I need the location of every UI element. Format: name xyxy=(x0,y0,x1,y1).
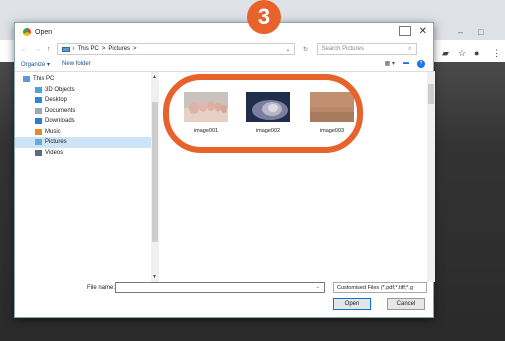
file-name-label: File name: xyxy=(87,285,116,291)
preview-pane-icon[interactable]: ▬ xyxy=(403,60,409,68)
dialog-titlebar: Open ✕ xyxy=(15,23,433,41)
search-icon: ⌕ xyxy=(408,45,412,52)
sidebar-item-desktop[interactable]: Desktop xyxy=(15,95,159,106)
breadcrumb-pictures[interactable]: Pictures xyxy=(108,46,130,52)
sidebar-item-3d-objects[interactable]: 3D Objects xyxy=(15,85,159,96)
dialog-footer: File name: ⌄ Customised Files (*.pdf;*.t… xyxy=(15,281,435,319)
chevron-down-icon[interactable]: ⌄ xyxy=(316,284,320,290)
navigation-pane: This PC 3D Objects Desktop Documents Downloa… xyxy=(15,72,159,282)
sidebar-item-documents[interactable]: Documents xyxy=(15,106,159,117)
sidebar-item-videos[interactable]: Videos xyxy=(15,148,159,159)
maximize-icon[interactable]: □ xyxy=(478,27,483,37)
breadcrumb[interactable]: › This PC > Pictures > ⌄ xyxy=(56,43,295,55)
music-icon xyxy=(35,128,42,135)
sidebar-item-label: This PC xyxy=(33,76,55,83)
maximize-button[interactable] xyxy=(399,26,411,36)
help-icon[interactable]: ? xyxy=(417,60,425,68)
minimize-icon[interactable]: – xyxy=(458,27,463,37)
cancel-button[interactable]: Cancel xyxy=(387,298,425,310)
sidebar-item-label: Videos xyxy=(45,149,64,156)
sidebar-item-this-pc[interactable]: This PC xyxy=(15,74,159,85)
sidebar-item-label: Music xyxy=(45,128,61,135)
sidebar-item-label: Downloads xyxy=(45,118,75,125)
downloads-icon xyxy=(35,118,42,125)
sidebar-item-label: 3D Objects xyxy=(45,86,75,93)
scroll-up-icon[interactable]: ▲ xyxy=(152,74,157,80)
documents-icon xyxy=(35,107,42,114)
3d-objects-icon xyxy=(35,86,42,93)
sidebar-item-label: Pictures xyxy=(45,139,67,146)
search-input[interactable]: Search Pictures ⌕ xyxy=(316,43,417,55)
videos-icon xyxy=(35,149,42,156)
file-name-input[interactable]: ⌄ xyxy=(115,282,325,293)
chrome-icon xyxy=(23,28,31,36)
file-type-select[interactable]: Customised Files (*.pdf;*.tiff;*.g xyxy=(333,282,427,293)
scrollbar-thumb[interactable] xyxy=(152,102,158,242)
new-folder-button[interactable]: New folder xyxy=(62,61,91,67)
up-arrow-icon[interactable]: ↑ xyxy=(47,46,51,53)
breadcrumb-this-pc[interactable]: This PC xyxy=(78,46,99,52)
sidebar-item-downloads[interactable]: Downloads xyxy=(15,116,159,127)
menu-icon[interactable]: ⋮ xyxy=(492,48,501,59)
open-file-dialog: Open ✕ ← → ↑ › This PC > Pictures > ⌄ ↻ … xyxy=(14,22,435,319)
dialog-toolbar: Organize ▾ New folder ▦ ▾ ▬ ? xyxy=(15,57,433,71)
breadcrumb-sep: > xyxy=(101,46,106,52)
star-icon[interactable]: ☆ xyxy=(458,48,466,59)
scroll-down-icon[interactable]: ▼ xyxy=(152,274,157,280)
chevron-down-icon[interactable]: ⌄ xyxy=(285,46,290,53)
file-type-value: Customised Files (*.pdf;*.tiff;*.g xyxy=(337,285,414,291)
highlight-ring xyxy=(163,74,363,153)
sidebar-item-label: Desktop xyxy=(45,97,68,104)
pictures-icon xyxy=(35,139,42,146)
sidebar-item-label: Documents xyxy=(45,107,76,114)
sidebar-list: This PC 3D Objects Desktop Documents Downloa… xyxy=(15,72,159,158)
profile-icon[interactable]: ● xyxy=(474,48,479,58)
sidebar-item-pictures[interactable]: Pictures xyxy=(15,137,159,148)
breadcrumb-sep: > xyxy=(133,46,137,52)
desktop-icon xyxy=(35,97,42,104)
file-list-scrollbar[interactable] xyxy=(427,72,435,282)
extension-icon[interactable]: ▰ xyxy=(442,48,449,59)
close-icon[interactable]: ✕ xyxy=(419,26,427,37)
open-button[interactable]: Open xyxy=(333,298,371,310)
sidebar-scrollbar[interactable]: ▲ ▼ xyxy=(151,72,159,282)
dialog-title: Open xyxy=(35,28,53,36)
refresh-icon[interactable]: ↻ xyxy=(301,46,311,53)
breadcrumb-sep: › xyxy=(72,46,75,52)
scrollbar-thumb[interactable] xyxy=(428,84,434,104)
computer-icon xyxy=(23,76,30,83)
search-placeholder: Search Pictures xyxy=(321,46,364,52)
sidebar-item-music[interactable]: Music xyxy=(15,127,159,138)
organize-button[interactable]: Organize ▾ xyxy=(21,61,50,68)
forward-arrow-icon[interactable]: → xyxy=(34,46,41,53)
navigation-bar: ← → ↑ › This PC > Pictures > ⌄ ↻ Search … xyxy=(15,41,433,57)
this-pc-icon xyxy=(61,46,70,52)
step-badge: 3 xyxy=(247,0,281,34)
back-arrow-icon[interactable]: ← xyxy=(21,46,28,53)
view-options-icon[interactable]: ▦ ▾ xyxy=(385,60,395,68)
